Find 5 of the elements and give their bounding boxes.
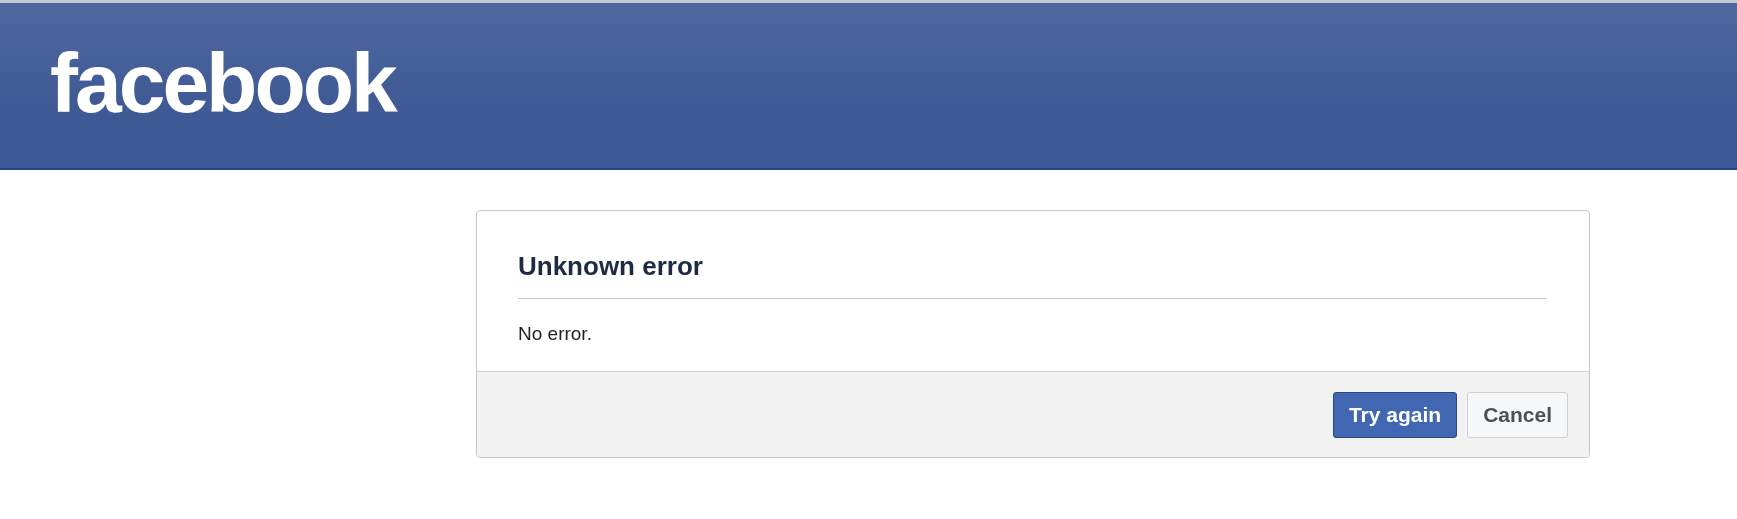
dialog-message: No error.: [518, 322, 593, 345]
try-again-button[interactable]: Try again: [1332, 391, 1458, 438]
dialog-title: Unknown error: [518, 251, 1547, 299]
cancel-button[interactable]: Cancel: [1467, 391, 1568, 438]
logo[interactable]: facebook: [50, 40, 395, 125]
